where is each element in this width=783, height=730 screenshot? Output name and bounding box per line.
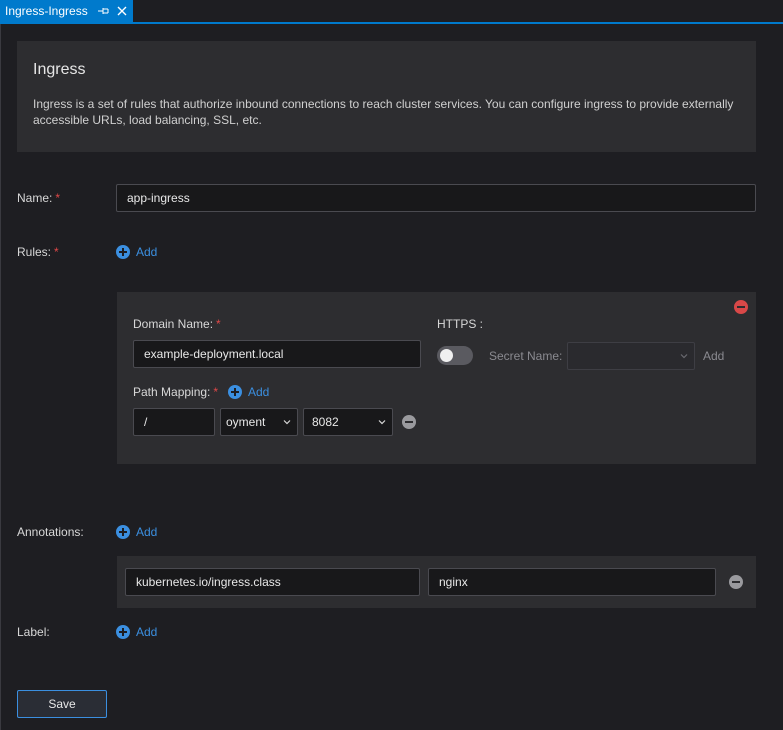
domain-name-input[interactable]: example-deployment.local [133,340,421,368]
chevron-down-icon [283,420,291,425]
required-mark: * [55,191,61,205]
left-border [0,24,1,730]
toggle-knob [440,349,453,362]
path-input[interactable]: / [133,408,215,436]
path-mapping-label: Path Mapping: * [133,385,218,399]
info-description: Ingress is a set of rules that authorize… [33,97,734,127]
annotations-label: Annotations: [17,525,84,539]
secret-name-label: Secret Name: [489,349,563,363]
annotation-key-input[interactable]: kubernetes.io/ingress.class [125,568,420,596]
save-button[interactable]: Save [17,690,107,718]
info-box: Ingress Ingress is a set of rules that a… [17,41,756,152]
https-label: HTTPS : [437,317,484,331]
port-select[interactable]: 8082 [303,408,393,436]
tab-title: Ingress-Ingress [5,4,88,18]
add-path-mapping-button[interactable]: Add [228,385,269,399]
plus-circle-icon [228,385,242,399]
name-label-text: Name: [17,191,53,205]
info-title: Ingress [33,61,86,78]
add-rule-label: Add [136,245,158,259]
service-select[interactable]: oyment [220,408,298,436]
service-value: oyment [226,415,266,429]
label-label: Label: [17,625,50,639]
domain-name-label-text: Domain Name: [133,317,214,331]
port-value: 8082 [312,415,339,429]
required-mark: * [213,385,219,399]
add-label-label: Add [136,625,158,639]
add-rule-button[interactable]: Add [116,245,157,259]
document-tab-strip: Ingress-Ingress [0,0,783,24]
domain-name-label: Domain Name: * [133,317,221,331]
add-annotation-label: Add [136,525,158,539]
chevron-down-icon [378,420,386,425]
annotation-value-input[interactable]: nginx [428,568,716,596]
close-icon[interactable] [114,3,130,19]
plus-circle-icon [116,245,130,259]
add-annotation-button[interactable]: Add [116,525,157,539]
rules-label-text: Rules: [17,245,52,259]
remove-rule-icon[interactable] [734,300,748,314]
path-mapping-label-text: Path Mapping: [133,385,211,399]
add-label-button[interactable]: Add [116,625,157,639]
remove-path-icon[interactable] [402,415,416,429]
name-label: Name: * [17,191,60,205]
remove-annotation-icon[interactable] [729,575,743,589]
pin-icon[interactable] [96,3,112,19]
https-toggle[interactable] [437,346,473,365]
required-mark: * [216,317,221,331]
name-input[interactable]: app-ingress [116,184,756,212]
rules-label: Rules: * [17,245,59,259]
plus-circle-icon [116,625,130,639]
secret-add-button[interactable]: Add [703,349,724,363]
add-path-label: Add [248,385,270,399]
secret-name-select[interactable] [567,342,695,370]
tab-ingress[interactable]: Ingress-Ingress [0,0,133,22]
required-mark: * [54,245,59,259]
chevron-down-icon [680,354,688,359]
plus-circle-icon [116,525,130,539]
